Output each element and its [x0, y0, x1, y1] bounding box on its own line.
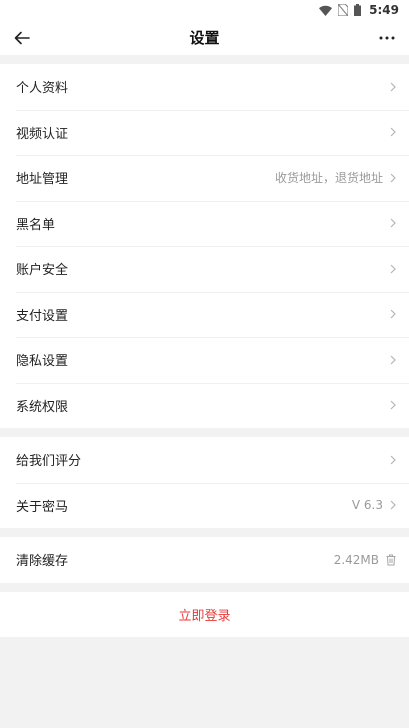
- row-label: 个人资料: [16, 81, 69, 97]
- row-label: 视频认证: [16, 126, 69, 142]
- row-rate-us[interactable]: 给我们评分: [0, 437, 409, 483]
- chevron-right-icon: [390, 264, 396, 274]
- chevron-right-icon: [390, 400, 396, 410]
- trash-icon[interactable]: [385, 554, 397, 566]
- battery-icon: [354, 4, 362, 16]
- row-label: 关于密马: [16, 499, 69, 515]
- row-address-management[interactable]: 地址管理 收货地址，退货地址: [0, 155, 409, 201]
- section-gap: [0, 55, 409, 64]
- row-privacy-settings[interactable]: 隐私设置: [0, 337, 409, 383]
- chevron-right-icon: [390, 82, 396, 92]
- row-account-security[interactable]: 账户安全: [0, 246, 409, 292]
- settings-group-account: 个人资料 视频认证 地址管理 收货地址，退货地址 黑名单 账户安全 支付设置 隐…: [0, 64, 409, 428]
- section-gap: [0, 528, 409, 537]
- chevron-right-icon: [390, 173, 396, 183]
- row-label: 隐私设置: [16, 354, 69, 370]
- chevron-right-icon: [390, 355, 396, 365]
- chevron-right-icon: [390, 309, 396, 319]
- settings-group-cache: 清除缓存 2.42MB: [0, 537, 409, 583]
- row-label: 支付设置: [16, 308, 69, 324]
- row-label: 账户安全: [16, 263, 69, 279]
- row-blacklist[interactable]: 黑名单: [0, 200, 409, 247]
- wifi-icon: [319, 5, 333, 16]
- status-time: 5:49: [369, 3, 399, 17]
- row-label: 给我们评分: [16, 454, 82, 470]
- chevron-right-icon: [390, 218, 396, 228]
- arrow-left-icon: [14, 31, 30, 44]
- chevron-right-icon: [390, 127, 396, 137]
- version-value: V 6.3: [351, 498, 383, 513]
- row-label: 黑名单: [16, 217, 56, 233]
- row-value: 收货地址，退货地址: [274, 171, 383, 186]
- row-label: 系统权限: [16, 399, 69, 415]
- row-label: 地址管理: [16, 172, 69, 188]
- row-profile[interactable]: 个人资料: [0, 64, 409, 110]
- status-bar: 5:49: [0, 0, 409, 20]
- row-label: 清除缓存: [16, 554, 69, 570]
- no-sim-icon: [338, 4, 349, 16]
- row-payment-settings[interactable]: 支付设置: [0, 291, 409, 338]
- page-title: 设置: [189, 29, 220, 47]
- header: 设置: [0, 20, 409, 55]
- settings-group-about: 给我们评分 关于密马 V 6.3: [0, 437, 409, 528]
- section-gap: [0, 428, 409, 437]
- chevron-right-icon: [390, 455, 396, 465]
- row-video-verification[interactable]: 视频认证: [0, 109, 409, 156]
- cache-size: 2.42MB: [333, 552, 379, 567]
- row-clear-cache[interactable]: 清除缓存 2.42MB: [0, 537, 409, 583]
- row-about[interactable]: 关于密马 V 6.3: [0, 482, 409, 529]
- row-system-permissions[interactable]: 系统权限: [0, 382, 409, 429]
- more-button[interactable]: [375, 26, 399, 50]
- chevron-right-icon: [390, 500, 396, 510]
- login-button[interactable]: 立即登录: [0, 591, 409, 637]
- back-button[interactable]: [10, 26, 34, 50]
- more-dots-icon: [379, 36, 395, 39]
- section-gap: [0, 582, 409, 592]
